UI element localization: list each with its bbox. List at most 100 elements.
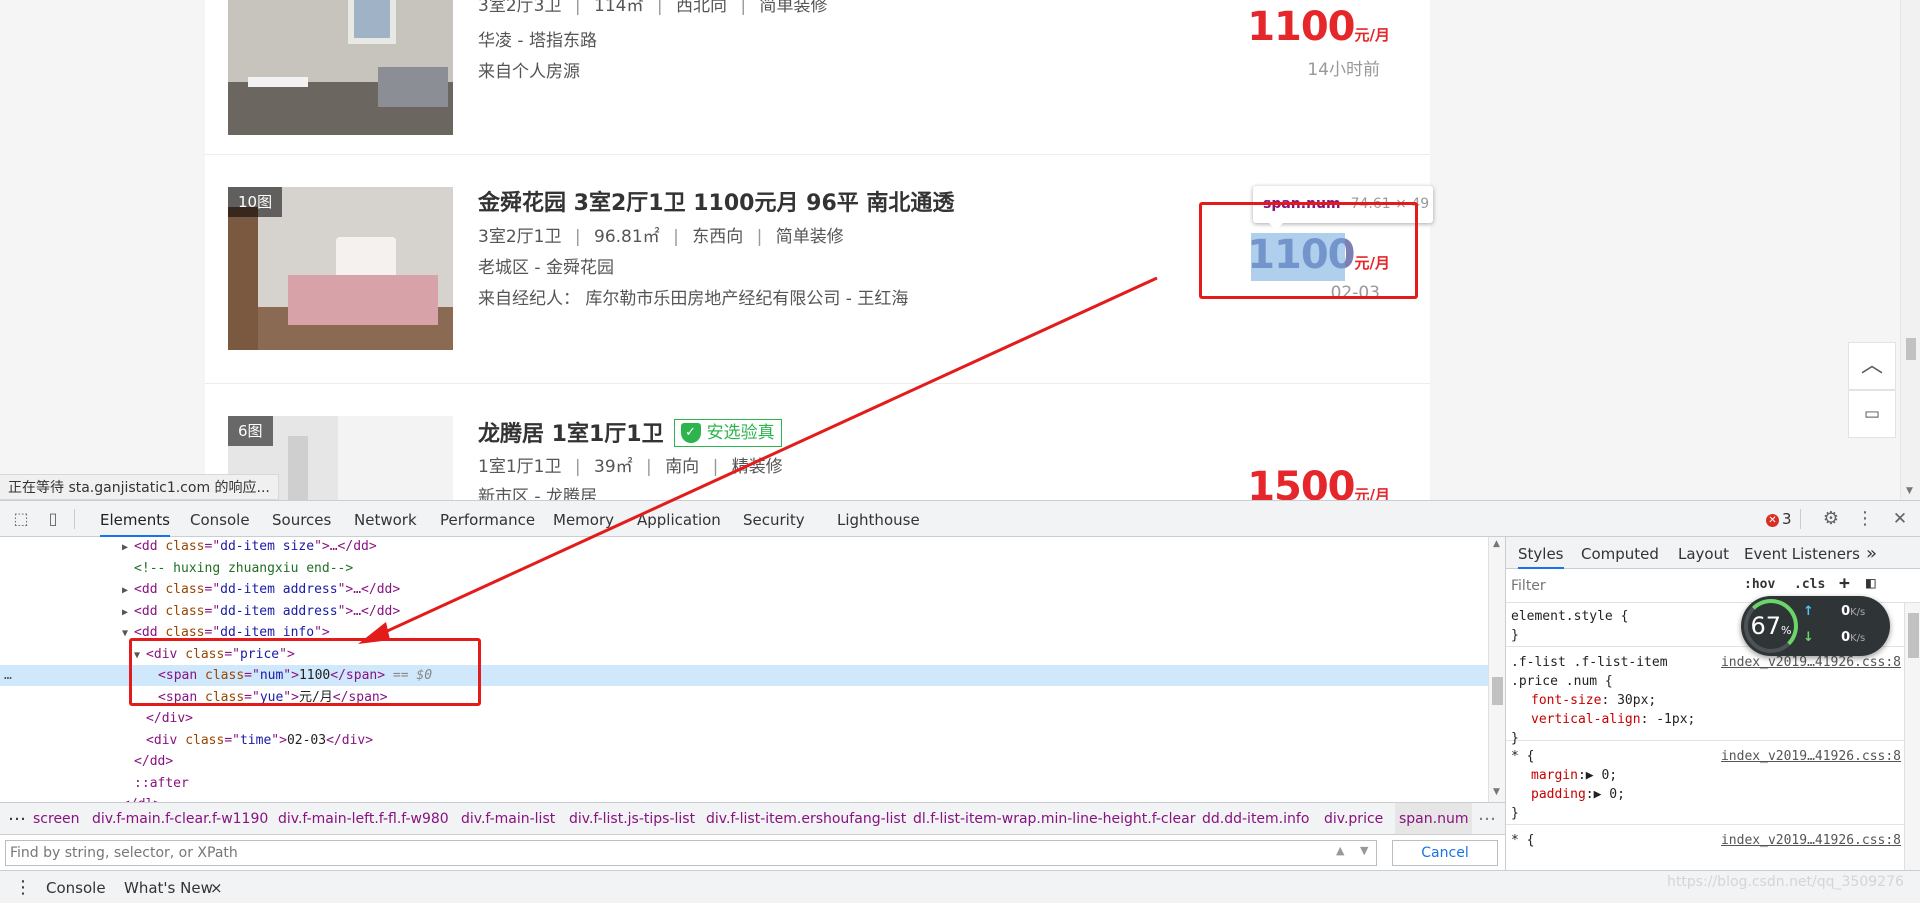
dom-node-line[interactable]: ▶ <dd class="dd-item size">…</dd> (0, 537, 1490, 557)
scroll-down-arrow-icon[interactable]: ▼ (1493, 787, 1500, 797)
back-to-top-button[interactable]: ︿ (1848, 342, 1896, 390)
tab-layout[interactable]: Layout (1678, 537, 1729, 569)
breadcrumb-item-current[interactable]: span.num (1395, 803, 1473, 834)
tab-event-listeners[interactable]: Event Listeners (1744, 537, 1860, 569)
stylesheet-link[interactable]: index_v2019…41926.css:8 (1721, 747, 1901, 766)
breadcrumb: … screen div.f-main.f-clear.f-w1190 div.… (0, 802, 1505, 834)
listing-district[interactable]: 华凌 - 塔指东路 (478, 26, 597, 51)
styles-scroll-thumb[interactable] (1908, 613, 1919, 658)
drawer-tab-whats-new[interactable]: What's New (124, 871, 213, 903)
toggle-sidebar-icon[interactable]: ◧ (1866, 573, 1876, 592)
breadcrumb-item[interactable]: div.f-main.f-clear.f-w1190 (92, 803, 268, 834)
dom-tag: >…</dd> (345, 582, 401, 597)
listing-title[interactable]: 金舜花园 3室2厅1卫 1100元月 96平 南北通透 (478, 185, 954, 217)
dom-node-line[interactable]: ▶ <dd class="dd-item address">…</dd> (0, 579, 1490, 600)
list-item[interactable]: 3室2厅3卫 | 114㎡ | 西北向 | 简单装修 华凌 - 塔指东路 来自个… (205, 0, 1430, 155)
breadcrumb-item[interactable]: div.f-main-list (461, 803, 555, 834)
styles-scrollbar[interactable] (1904, 603, 1920, 870)
hov-toggle[interactable]: :hov (1744, 577, 1775, 592)
listing-district[interactable]: 老城区 - 金舜花园 (478, 253, 614, 278)
dom-node-line[interactable]: </div> (0, 708, 1490, 729)
ellipsis-icon[interactable]: … (1478, 803, 1496, 831)
scroll-down-arrow-icon[interactable]: ▼ (1906, 486, 1913, 496)
tab-sources[interactable]: Sources (272, 501, 331, 537)
expand-triangle-icon: ▶ (122, 606, 135, 618)
device-toggle-icon[interactable]: ▯ (42, 508, 64, 530)
cls-toggle[interactable]: .cls (1794, 577, 1825, 592)
more-tabs-icon[interactable]: » (1866, 537, 1877, 569)
breadcrumb-item[interactable]: div.f-main-left.f-fl.f-w980 (278, 803, 449, 834)
breadcrumb-item[interactable]: div.price (1324, 803, 1383, 834)
browser-status-bar: 正在等待 sta.ganjistatic1.com 的响应... (0, 474, 279, 500)
dom-node-line[interactable]: <!-- huxing zhuangxiu end--> (0, 558, 1490, 579)
style-rule[interactable]: index_v2019…41926.css:8 * { (1506, 827, 1906, 867)
add-rule-icon[interactable]: + (1839, 573, 1850, 594)
dom-node-line[interactable]: </dd> (0, 751, 1490, 772)
tab-console[interactable]: Console (190, 501, 250, 537)
list-item[interactable]: 6图 龙腾居 1室1厅1卫 ✓ 安选验真 1室1厅1卫 | 39㎡ | 南向 | 精… (205, 384, 1430, 500)
photo-count-badge: 6图 (228, 416, 273, 446)
expand-triangle-icon: ▶ (122, 542, 135, 553)
css-declaration[interactable]: margin:▶ 0; (1511, 766, 1901, 785)
verified-badge: ✓ 安选验真 (673, 419, 782, 447)
network-speed-widget[interactable]: 67% ↑ 0K/s ↓ 0K/s (1741, 596, 1890, 656)
breadcrumb-item[interactable]: dl.f-list-item-wrap.min-line-height.f-cl… (913, 803, 1195, 834)
close-icon[interactable]: × (210, 871, 223, 903)
house-photo[interactable]: 10图 (228, 187, 453, 350)
chevron-up-icon: ︿ (1860, 353, 1883, 378)
dom-node-line[interactable]: ::after (0, 773, 1490, 794)
cancel-button[interactable]: Cancel (1392, 840, 1498, 866)
breadcrumb-item[interactable]: dd.dd-item.info (1202, 803, 1309, 834)
house-photo[interactable] (228, 0, 453, 135)
error-counter[interactable]: ✕ 3 (1766, 510, 1792, 528)
tab-computed[interactable]: Computed (1581, 537, 1659, 569)
style-rule[interactable]: index_v2019…41926.css:8 * { margin:▶ 0; … (1506, 743, 1906, 825)
elements-scroll-thumb[interactable] (1492, 677, 1503, 705)
styles-filter-input[interactable] (1511, 574, 1731, 598)
dom-node-line[interactable]: <div class="time">02-03</div> (0, 730, 1490, 751)
find-input[interactable] (5, 840, 1377, 866)
listing-district[interactable]: 新市区 - 龙腾居 (478, 482, 597, 500)
tab-application[interactable]: Application (637, 501, 721, 537)
scroll-up-arrow-icon[interactable]: ▲ (1493, 539, 1500, 549)
breadcrumb-item[interactable]: div.f-list-item.ershoufang-list (706, 803, 906, 834)
kebab-menu-icon[interactable]: ⋮ (1854, 508, 1876, 530)
dom-tag: " (314, 539, 322, 554)
css-declaration[interactable]: padding:▶ 0; (1511, 785, 1901, 804)
tab-elements[interactable]: Elements (100, 501, 170, 537)
dom-tag: <dd (134, 539, 166, 554)
page-scroll-thumb[interactable] (1906, 338, 1916, 360)
tab-performance[interactable]: Performance (440, 501, 535, 537)
listing-title[interactable]: 龙腾居 1室1厅1卫 ✓ 安选验真 (478, 416, 782, 448)
dom-tag: >…</dd> (321, 539, 377, 554)
tab-memory[interactable]: Memory (553, 501, 614, 537)
breadcrumb-item[interactable]: screen (33, 803, 80, 834)
feedback-button[interactable]: ▭ (1848, 390, 1896, 438)
tab-network[interactable]: Network (354, 501, 417, 537)
close-icon[interactable]: ✕ (1889, 508, 1911, 530)
ellipsis-icon[interactable]: … (8, 803, 26, 831)
elements-scrollbar[interactable]: ▲ ▼ (1488, 537, 1505, 802)
dom-node-line[interactable]: </dl> (0, 794, 1490, 802)
breadcrumb-item[interactable]: div.f-list.js-tips-list (569, 803, 695, 834)
toolbar-divider (74, 509, 75, 529)
gear-icon[interactable]: ⚙ (1820, 508, 1842, 530)
dom-node-line[interactable]: ▶ <dd class="dd-item address">…</dd> (0, 601, 1490, 622)
page-scrollbar[interactable]: ▼ (1900, 0, 1920, 500)
tab-security[interactable]: Security (743, 501, 805, 537)
find-next-icon[interactable]: ▼ (1360, 844, 1368, 857)
css-declaration[interactable]: font-size: 30px; (1511, 691, 1901, 710)
find-prev-icon[interactable]: ▲ (1336, 844, 1344, 857)
style-rule[interactable]: index_v2019…41926.css:8 .f-list .f-list-… (1506, 649, 1906, 746)
stylesheet-link[interactable]: index_v2019…41926.css:8 (1721, 831, 1901, 850)
ellipsis-icon[interactable]: … (4, 665, 12, 686)
tab-lighthouse[interactable]: Lighthouse (837, 501, 920, 537)
tab-styles[interactable]: Styles (1518, 537, 1564, 569)
drawer-tab-console[interactable]: Console (46, 871, 106, 903)
kebab-menu-icon[interactable]: ⋮ (14, 871, 32, 903)
dom-attr-name: class (185, 732, 225, 748)
inspect-icon[interactable]: ⬚ (10, 508, 32, 530)
css-declaration[interactable]: vertical-align: -1px; (1511, 710, 1901, 729)
